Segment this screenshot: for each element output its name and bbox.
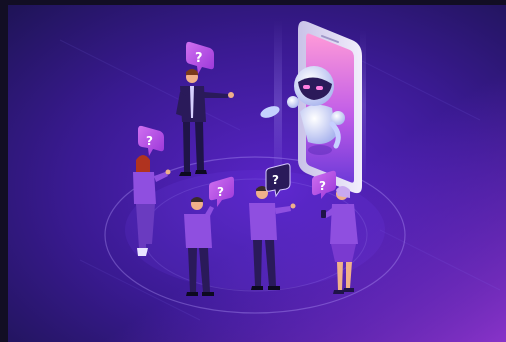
top-dark-edge	[0, 0, 506, 5]
illustration-frame: ? ? ? ? ?	[0, 0, 506, 342]
question-mark: ?	[217, 185, 224, 199]
light-beam	[274, 20, 282, 190]
question-mark: ?	[146, 134, 153, 148]
chatbot-illustration: ? ? ? ? ?	[0, 0, 506, 342]
question-mark: ?	[319, 179, 326, 193]
left-dark-edge	[0, 0, 8, 342]
question-mark: ?	[272, 173, 279, 187]
question-mark: ?	[195, 51, 203, 66]
